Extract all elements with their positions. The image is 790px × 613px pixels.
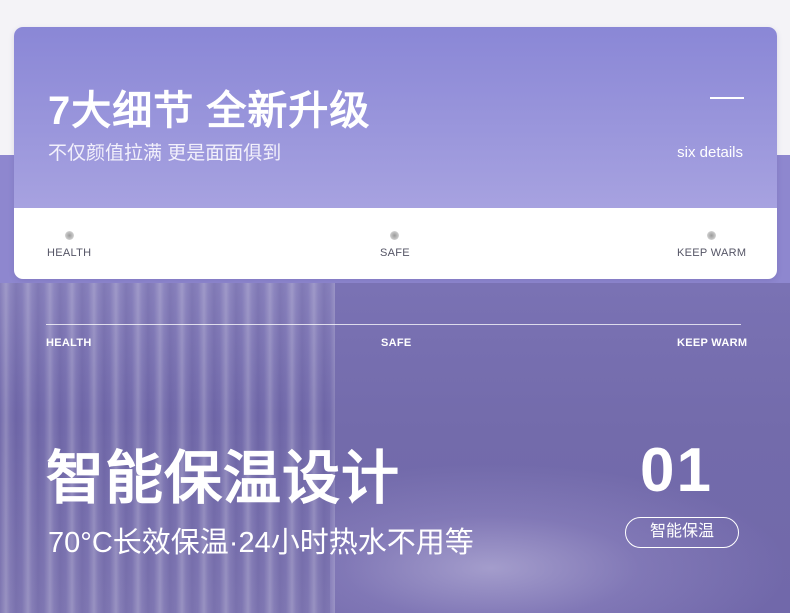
section-tag-badge: 智能保温 <box>625 517 739 548</box>
product-photo-section: HEALTH SAFE KEEP WARM 智能保温设计 70°C长效保温·24… <box>0 283 790 613</box>
feature-row: HEALTH SAFE KEEP WARM <box>14 231 777 271</box>
page-title: 7大细节 全新升级 <box>48 89 371 133</box>
intro-card: 7大细节 全新升级 不仅颜值拉满 更是面面俱到 six details HEAL… <box>14 27 777 279</box>
decorative-dash <box>710 97 744 99</box>
feature-keep-warm: KEEP WARM <box>677 231 746 259</box>
intro-card-header: 7大细节 全新升级 不仅颜值拉满 更是面面俱到 six details <box>14 27 777 208</box>
section-feature-keep-warm: KEEP WARM <box>677 337 748 349</box>
feature-label: SAFE <box>380 247 410 259</box>
feature-health: HEALTH <box>47 231 91 259</box>
dot-icon <box>64 231 74 240</box>
divider-line <box>46 324 741 325</box>
section-description: 70°C长效保温·24小时热水不用等 <box>48 527 474 559</box>
feature-label: KEEP WARM <box>677 247 747 259</box>
section-number: 01 <box>640 436 713 505</box>
six-details-label: six details <box>677 144 743 161</box>
section-feature-safe: SAFE <box>381 337 412 349</box>
feature-safe: SAFE <box>380 231 410 259</box>
dot-icon <box>707 231 717 240</box>
page-subtitle: 不仅颜值拉满 更是面面俱到 <box>48 143 282 164</box>
dot-icon <box>390 231 400 240</box>
feature-label: HEALTH <box>47 247 92 259</box>
section-title: 智能保温设计 <box>46 446 401 511</box>
section-feature-health: HEALTH <box>46 337 92 349</box>
